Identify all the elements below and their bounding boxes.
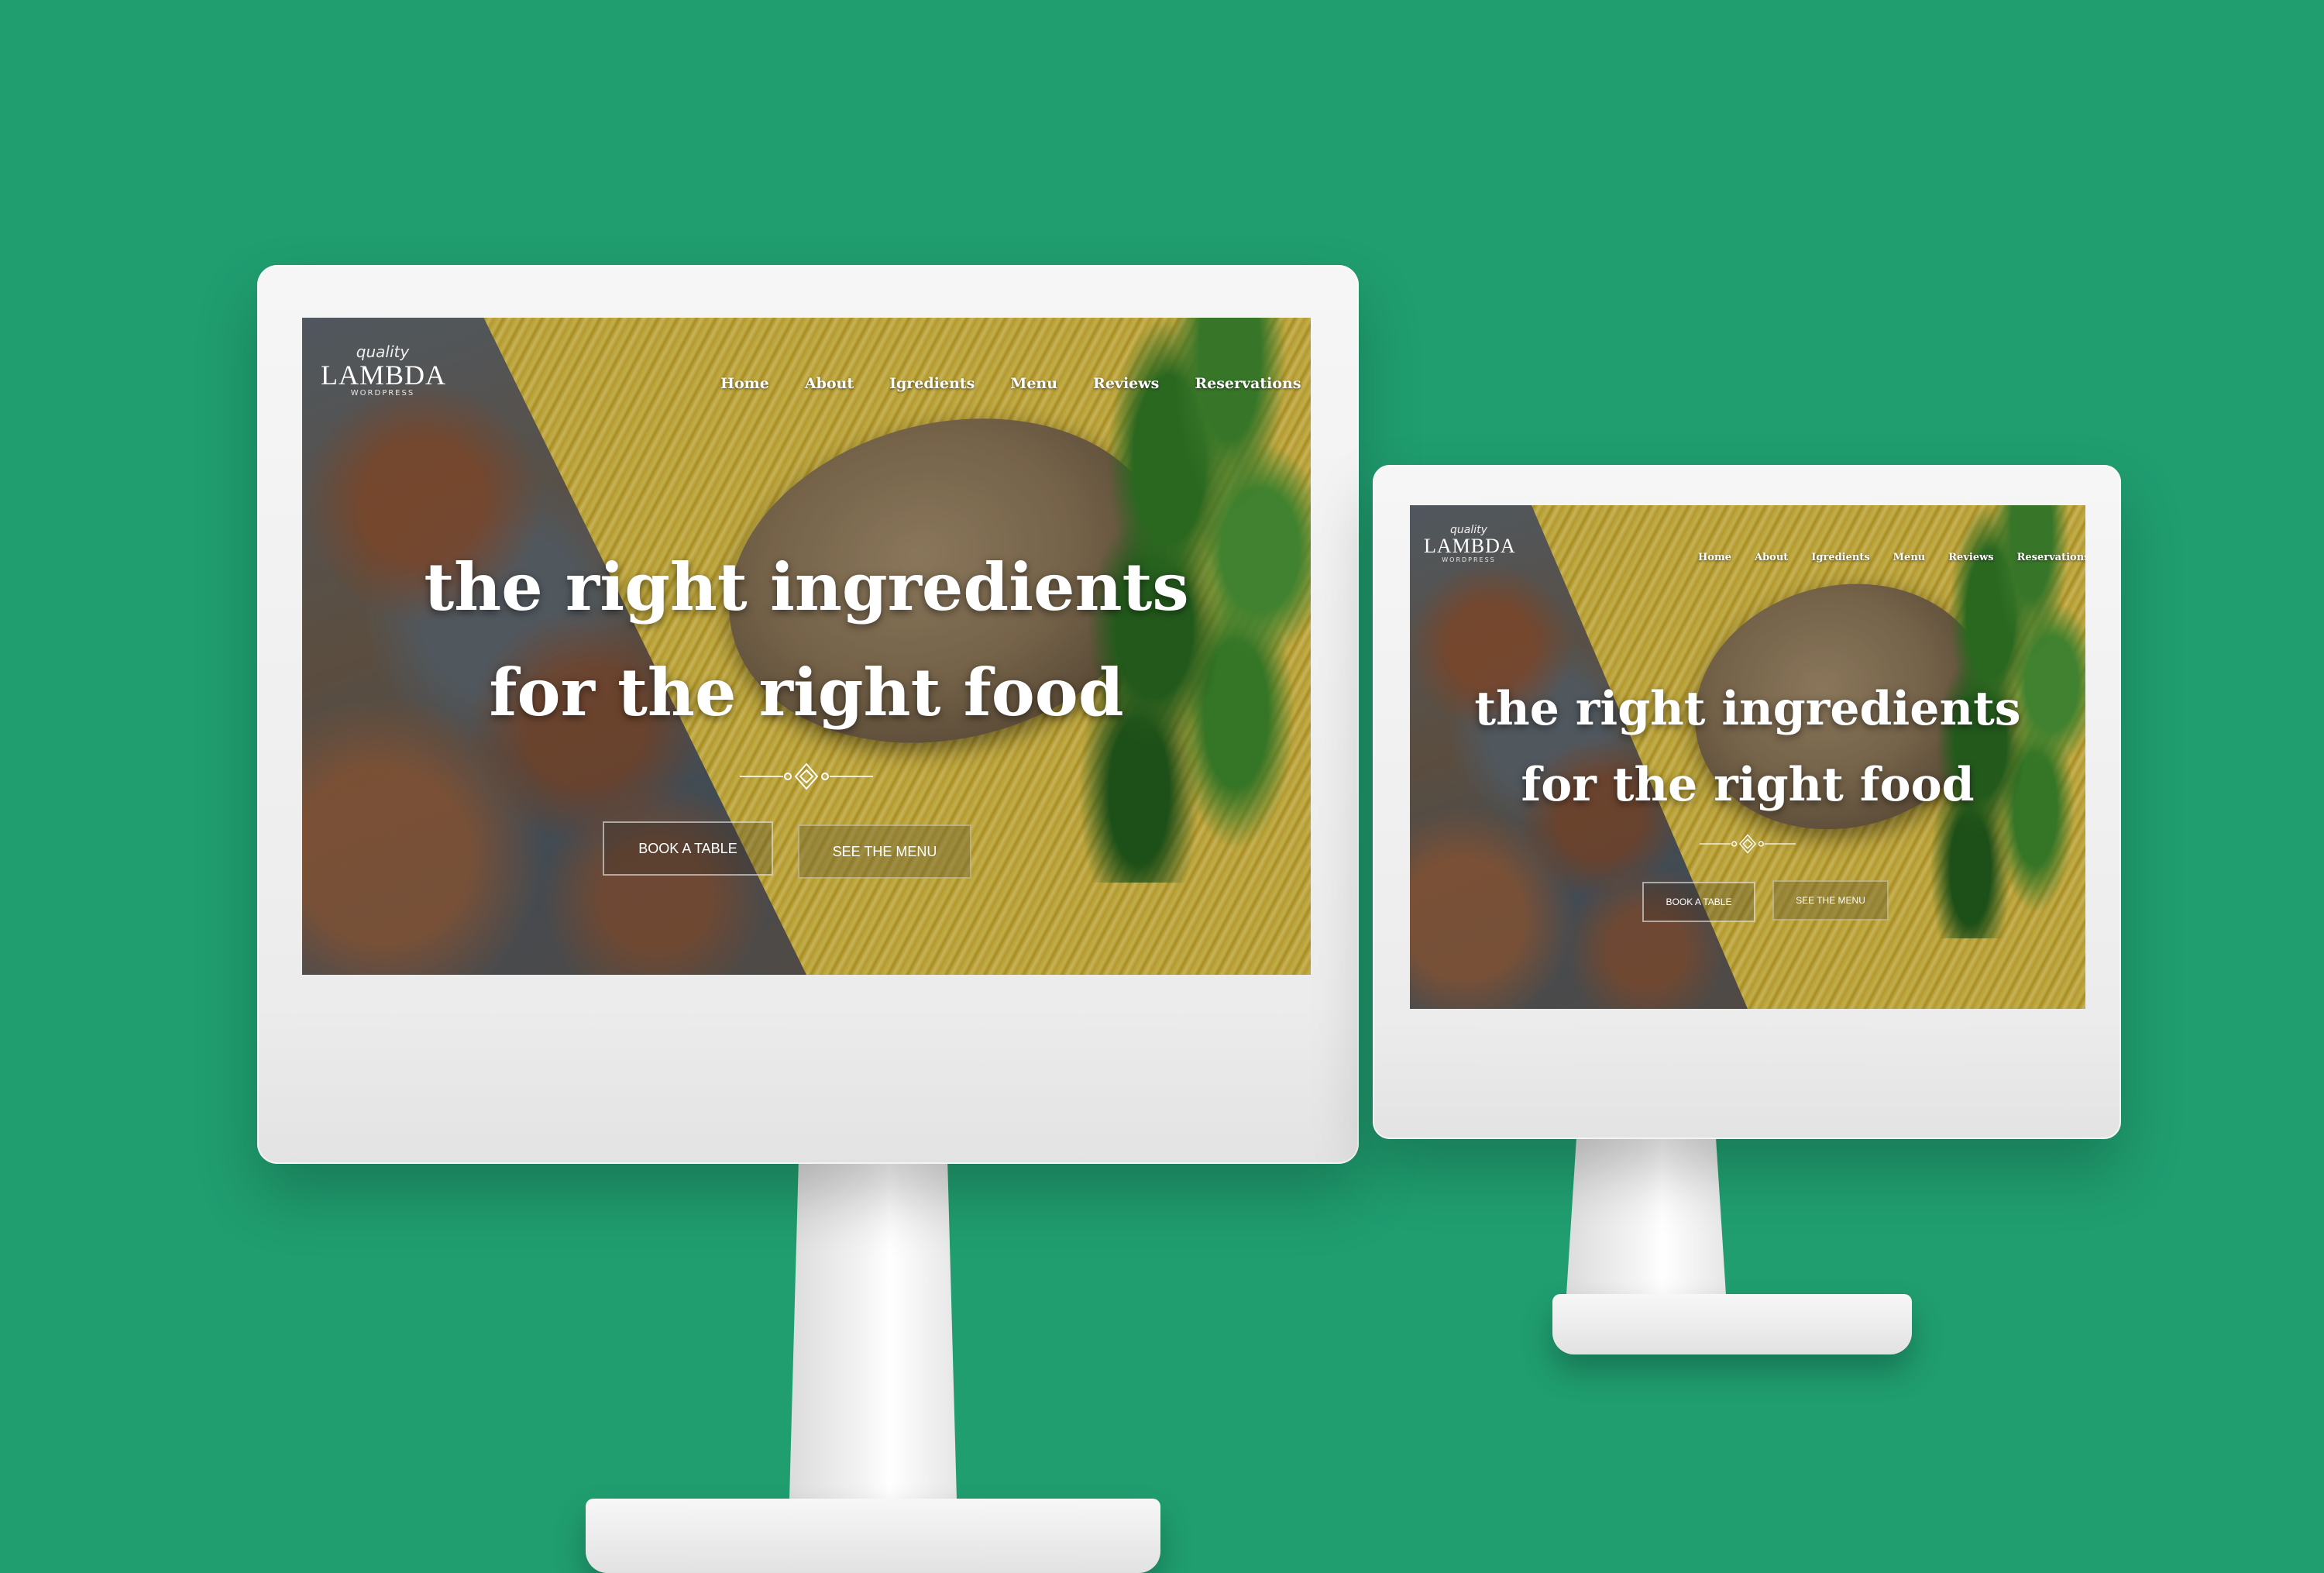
nav-ingredients[interactable]: Igredients <box>1811 552 1869 563</box>
nav-home[interactable]: Home <box>720 375 769 392</box>
main-navigation: Home About Igredients Menu Reviews Reser… <box>1698 552 2085 563</box>
book-a-table-button[interactable]: BOOK A TABLE <box>603 821 773 876</box>
monitor-small-stand-base <box>1552 1294 1912 1354</box>
website-screen-large: quality LAMBDA WORDPRESS Home About Igre… <box>302 318 1311 975</box>
logo-main-text: LAMBDA <box>1424 535 1516 557</box>
hero-headline-line-2: for the right food <box>1521 758 1975 812</box>
site-logo[interactable]: quality LAMBDA WORDPRESS <box>1424 524 1516 563</box>
ornamental-divider-icon <box>740 762 873 790</box>
nav-ingredients[interactable]: Igredients <box>889 375 975 392</box>
site-logo[interactable]: quality LAMBDA WORDPRESS <box>321 342 445 398</box>
ornamental-divider-icon <box>1699 834 1796 854</box>
logo-script-text: quality <box>1450 524 1487 536</box>
nav-reviews[interactable]: Reviews <box>1093 375 1159 392</box>
logo-sub-text: WORDPRESS <box>1442 556 1496 563</box>
nav-reservations[interactable]: Reservations <box>1195 375 1301 392</box>
logo-script-text: quality <box>356 342 410 361</box>
nav-about[interactable]: About <box>805 375 854 392</box>
main-navigation: Home About Igredients Menu Reviews Reser… <box>720 375 1301 392</box>
nav-about[interactable]: About <box>1755 552 1788 563</box>
logo-main-text: LAMBDA <box>321 360 447 391</box>
nav-reviews[interactable]: Reviews <box>1948 552 1993 563</box>
hero-headline-line-2: for the right food <box>489 654 1124 731</box>
nav-menu[interactable]: Menu <box>1893 552 1926 563</box>
hero-headline-line-1: the right ingredients <box>424 549 1189 625</box>
see-the-menu-button[interactable]: SEE THE MENU <box>1772 880 1889 921</box>
hero-headline: the right ingredients for the right food <box>302 535 1311 745</box>
monitor-large-stand-neck <box>789 1156 957 1528</box>
logo-sub-text: WORDPRESS <box>350 389 415 398</box>
monitor-large-stand-base <box>586 1499 1160 1573</box>
mockup-canvas: { "colors": { "background": "#209e70", "… <box>0 0 2324 1573</box>
book-a-table-button[interactable]: BOOK A TABLE <box>1642 882 1755 922</box>
hero-headline: the right ingredients for the right food <box>1410 671 2085 823</box>
nav-menu[interactable]: Menu <box>1010 375 1057 392</box>
see-the-menu-button[interactable]: SEE THE MENU <box>798 824 971 879</box>
website-screen-small: quality LAMBDA WORDPRESS Home About Igre… <box>1410 505 2085 1009</box>
nav-home[interactable]: Home <box>1698 552 1731 563</box>
nav-reservations[interactable]: Reservations <box>2017 552 2085 563</box>
monitor-small-stand-neck <box>1565 1116 1728 1319</box>
hero-headline-line-1: the right ingredients <box>1474 682 2021 736</box>
